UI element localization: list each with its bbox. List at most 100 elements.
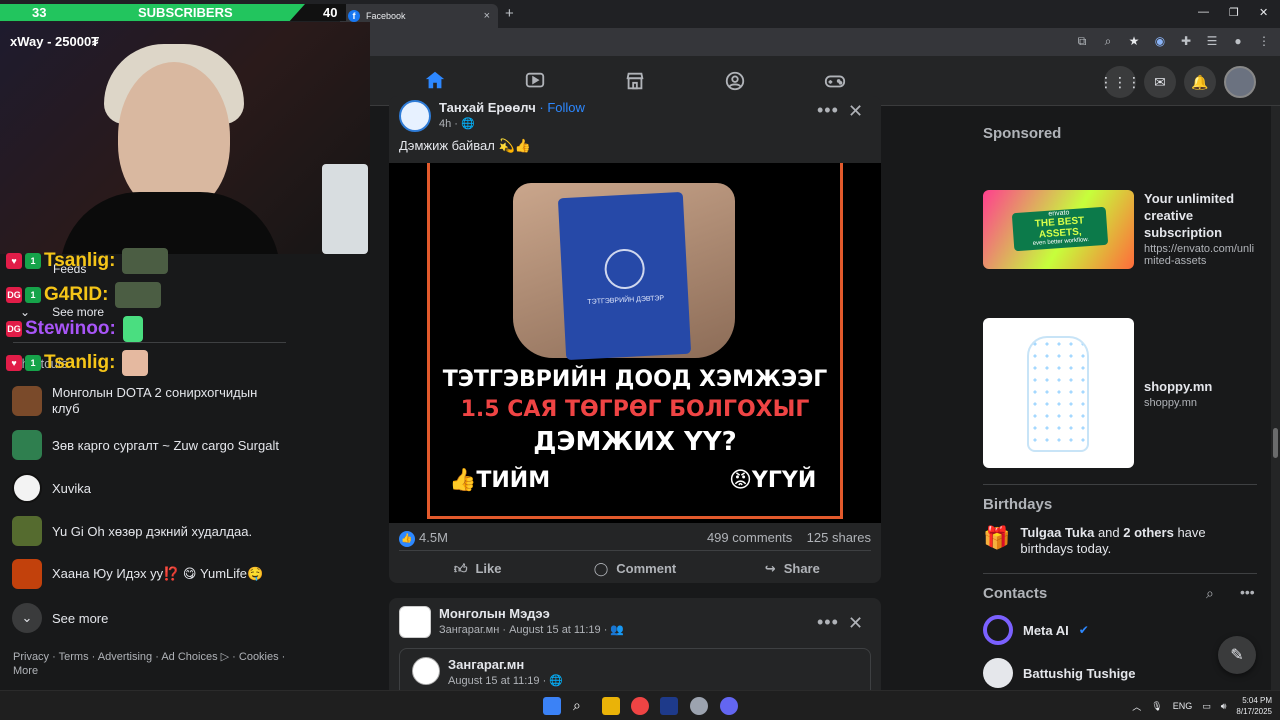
chat-line: DG 1 G4RID:: [6, 282, 162, 308]
see-more-bottom-label: See more: [52, 610, 109, 626]
contact-meta-ai[interactable]: Meta AI ✔: [983, 615, 1089, 645]
contacts-options-icon[interactable]: •••: [1240, 584, 1255, 600]
emote-icon: [115, 282, 162, 308]
menu-grid-button[interactable]: ⋮⋮⋮: [1099, 66, 1141, 98]
account-avatar[interactable]: [1224, 66, 1256, 98]
toolbar-icons: ⧉ ⌕ ★ ◉ ✚ ☰ ● ⋮: [1074, 34, 1272, 49]
comment-button[interactable]: ◯ Comment: [556, 551, 713, 586]
post-image[interactable]: ТЭТГЭВРИЙН ДЭВТЭР ТЭТГЭВРИЙН ДООД ХЭМЖЭЭ…: [389, 163, 881, 523]
clock-time: 5:04 PM: [1242, 696, 1272, 705]
image-text-line2: 1.5 САЯ ТӨГРӨГ БОЛГОХЫГ: [460, 397, 810, 422]
microphone-icon[interactable]: 🎙︎: [1151, 701, 1162, 712]
search-icon[interactable]: ⌕: [573, 697, 591, 715]
birthday-notice[interactable]: 🎁 Tulgaa Tuka and 2 others have birthday…: [983, 525, 1256, 557]
contact-battushig[interactable]: Battushig Tushige: [983, 658, 1135, 688]
network-icon[interactable]: ▭: [1202, 701, 1211, 712]
ad-shoppy[interactable]: shoppy.mn shoppy.mn: [983, 318, 1258, 468]
shortcut-item-cargo[interactable]: Зөв карго сургалт ~ Zuw cargo Surgalt: [12, 430, 279, 460]
clock[interactable]: 5:04 PM 8/17/2025: [1236, 695, 1272, 717]
shared-author-name[interactable]: Зангараг.мн: [448, 657, 563, 672]
notifications-button[interactable]: 🔔: [1184, 66, 1216, 98]
page-scrollbar-thumb[interactable]: [1273, 428, 1278, 458]
clock-date: 8/17/2025: [1236, 707, 1272, 716]
home-icon: [425, 71, 445, 88]
new-tab-icon[interactable]: +: [505, 5, 514, 22]
shortcut-item-xuvika[interactable]: Xuvika: [12, 473, 91, 503]
shared-author-avatar[interactable]: [412, 657, 440, 685]
share-button[interactable]: ↪ Share: [714, 551, 871, 586]
shared-post-meta[interactable]: August 15 at 11:19 · 🌐: [448, 674, 563, 687]
cast-icon[interactable]: ⧉: [1074, 34, 1090, 49]
shortcut-item-yumlife[interactable]: Хаана Юу Идэх уу⁉️ 😋 YumLife🤤: [12, 559, 263, 589]
zoom-icon[interactable]: ⌕: [1100, 34, 1116, 49]
new-message-button[interactable]: ✎: [1218, 636, 1256, 674]
birthdays-heading: Birthdays: [983, 496, 1053, 513]
tab-title: Facebook: [366, 11, 406, 21]
author-avatar[interactable]: [399, 606, 431, 638]
reactions-text: 4.5M: [419, 530, 448, 545]
post-meta[interactable]: Зангараг.мн · August 15 at 11:19 · 👥: [439, 623, 624, 636]
minimize-icon[interactable]: —: [1198, 6, 1209, 18]
hide-post-icon[interactable]: ✕: [848, 613, 863, 634]
profile-icon[interactable]: ●: [1230, 34, 1246, 49]
verified-icon: ✔: [1078, 623, 1089, 637]
like-label: Like: [475, 561, 502, 576]
like-button[interactable]: 👍︎ Like: [399, 551, 556, 586]
search-contacts-icon[interactable]: ⌕: [1206, 585, 1214, 602]
close-window-icon[interactable]: ✕: [1259, 6, 1268, 19]
image-text-line3: ДЭМЖИХ ҮҮ?: [533, 427, 737, 457]
close-tab-icon[interactable]: ×: [484, 10, 490, 22]
discord-icon[interactable]: [720, 697, 738, 715]
windows-start-icon[interactable]: [543, 697, 561, 715]
reactions-count[interactable]: 👍 4.5M: [399, 530, 448, 547]
author-name[interactable]: Монголын Мэдээ: [439, 606, 624, 621]
bookmark-star-icon[interactable]: ★: [1126, 34, 1142, 49]
menu-icon[interactable]: ⋮: [1256, 34, 1272, 49]
chat-line: DG Stewinoo:: [6, 316, 143, 342]
author-name[interactable]: Танхай Ерөөлч · Follow: [439, 100, 585, 115]
messenger-button[interactable]: ✉: [1144, 66, 1176, 98]
extension-icon[interactable]: ◉: [1152, 34, 1168, 49]
ad-image: [983, 318, 1134, 468]
footer-links[interactable]: Privacy · Terms · Advertising · Ad Choic…: [13, 650, 293, 678]
more-options-icon[interactable]: •••: [817, 612, 839, 633]
file-explorer-icon[interactable]: [602, 697, 620, 715]
follow-link[interactable]: · Follow: [539, 100, 585, 115]
puzzle-icon[interactable]: ✚: [1178, 34, 1194, 49]
more-options-icon[interactable]: •••: [817, 100, 839, 121]
post-time[interactable]: 4h · 🌐: [439, 117, 585, 130]
ad-image: envato THE BEST ASSETS, even better work…: [983, 190, 1134, 269]
shares-count[interactable]: 125 shares: [807, 530, 871, 545]
reading-list-icon[interactable]: ☰: [1204, 34, 1220, 49]
like-reaction-icon: 👍: [399, 530, 415, 547]
volume-icon[interactable]: 🔊︎: [1221, 701, 1227, 712]
comments-count[interactable]: 499 comments: [707, 530, 792, 545]
shared-post[interactable]: Зангараг.мн August 15 at 11:19 · 🌐: [399, 648, 871, 696]
restore-icon[interactable]: ❐: [1229, 6, 1239, 19]
chat-username: Stewinoo:: [25, 318, 116, 339]
comment-label: Comment: [616, 561, 677, 576]
webcam-face: [118, 62, 230, 212]
author-avatar[interactable]: [399, 100, 431, 132]
chat-line: ♥ 1 Tsanlig:: [6, 350, 149, 376]
shortcut-label: Yu Gi Oh хөзөр дэкний худалдаа.: [52, 523, 253, 539]
birthday-name: Tulgaa Tuka: [1020, 525, 1095, 540]
see-more-bottom[interactable]: ⌄ See more: [12, 603, 108, 633]
app-icon[interactable]: [690, 697, 708, 715]
sub-label: SUBSCRIBERS: [138, 5, 233, 20]
shortcut-item-dota[interactable]: Монголын DOTA 2 сонирхогчидын клуб: [12, 385, 272, 417]
facebook-favicon-icon: f: [348, 10, 360, 22]
tray-chevron-icon[interactable]: ︿: [1132, 700, 1141, 713]
compose-icon: ✎: [1230, 647, 1244, 664]
shortcut-label: Xuvika: [52, 480, 92, 496]
page-scrollbar[interactable]: [1271, 106, 1280, 690]
shortcut-item-yugioh[interactable]: Yu Gi Oh хөзөр дэкний худалдаа.: [12, 516, 252, 546]
post-header: Монголын Мэдээ Зангараг.мн · August 15 a…: [399, 606, 624, 638]
hide-post-icon[interactable]: ✕: [848, 101, 863, 122]
chat-username: Tsanlig:: [44, 352, 116, 373]
first-badge-icon: 1: [25, 253, 41, 269]
ad-envato[interactable]: envato THE BEST ASSETS, even better work…: [983, 190, 1258, 269]
chrome-icon[interactable]: [631, 697, 649, 715]
steam-icon[interactable]: [660, 697, 678, 715]
language-indicator[interactable]: ENG: [1173, 701, 1193, 711]
